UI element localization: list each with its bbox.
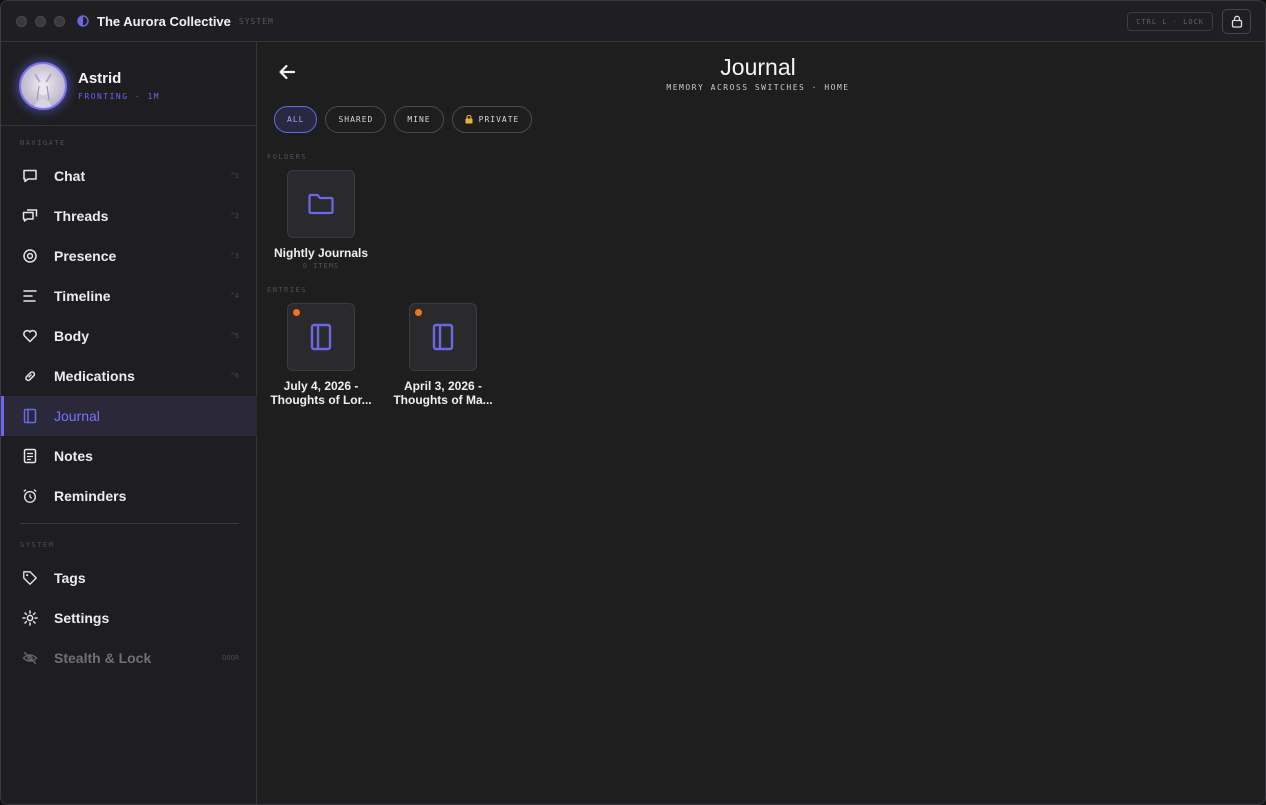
nav-label: Chat	[54, 168, 86, 184]
nav-label: Stealth & Lock	[54, 650, 152, 666]
sidebar-divider	[20, 523, 239, 524]
fronting-status: FRONTING · 1M	[78, 92, 161, 101]
unread-dot	[415, 309, 422, 316]
folder-name: Nightly Journals	[273, 246, 368, 260]
entry-thumbnail	[409, 303, 477, 371]
entry-tile[interactable]: April 3, 2026 - Thoughts of Ma...	[388, 303, 498, 407]
app-subtitle: SYSTEM	[238, 16, 274, 26]
minimize-window-button[interactable]	[35, 15, 46, 27]
filter-all[interactable]: ALL	[274, 106, 318, 133]
app-title: The Aurora Collective	[97, 13, 231, 29]
lock-icon	[1231, 15, 1242, 28]
nav-item-stealth-lock[interactable]: Stealth & Lock DOOR	[1, 638, 257, 678]
shortcut-hint: ^1	[230, 172, 239, 180]
nav-label: Body	[54, 328, 89, 344]
lock-shortcut-hint: CTRL L · LOCK	[1127, 12, 1213, 31]
nav-label: Reminders	[54, 488, 127, 504]
navigate-section-label: NAVIGATE	[20, 139, 66, 147]
app-logo-icon	[77, 15, 89, 27]
journal-icon	[310, 323, 332, 351]
app-window: The Aurora Collective SYSTEM CTRL L · LO…	[0, 0, 1266, 805]
entry-title-line: Thoughts of Ma...	[393, 393, 493, 407]
chip-label: PRIVATE	[478, 115, 520, 124]
pill-icon	[22, 368, 38, 384]
chip-label: MINE	[407, 115, 431, 124]
shortcut-hint: DOOR	[222, 654, 239, 662]
filter-private[interactable]: PRIVATE	[451, 106, 533, 133]
title-bar: The Aurora Collective SYSTEM CTRL L · LO…	[1, 1, 1265, 42]
journal-icon	[22, 408, 38, 424]
threads-icon	[22, 208, 38, 224]
profile-card[interactable]: Astrid FRONTING · 1M	[1, 42, 256, 126]
nav-label: Tags	[54, 570, 86, 586]
entry-title-line: July 4, 2026 -	[283, 379, 359, 393]
presence-icon	[22, 248, 38, 264]
shortcut-hint: ^6	[230, 372, 239, 380]
filter-mine[interactable]: MINE	[394, 106, 444, 133]
folder-item-count: 0 ITEMS	[302, 262, 340, 270]
filter-shared[interactable]: SHARED	[325, 106, 387, 133]
chip-label: SHARED	[338, 115, 374, 124]
window-controls	[16, 15, 65, 27]
nav-item-body[interactable]: Body ^5	[1, 316, 257, 356]
avatar-figure-icon	[33, 73, 53, 108]
entry-title-line: April 3, 2026 -	[403, 379, 483, 393]
eye-off-icon	[22, 650, 38, 666]
timeline-icon	[22, 288, 38, 304]
maximize-window-button[interactable]	[54, 15, 65, 27]
nav-item-medications[interactable]: Medications ^6	[1, 356, 257, 396]
nav-item-tags[interactable]: Tags	[1, 558, 257, 598]
nav-item-notes[interactable]: Notes	[1, 436, 257, 476]
journal-icon	[432, 323, 454, 351]
nav-item-threads[interactable]: Threads ^2	[1, 196, 257, 236]
chat-icon	[22, 168, 38, 184]
shortcut-hint: ^5	[230, 332, 239, 340]
lock-button[interactable]	[1222, 9, 1251, 34]
filter-chips: ALL SHARED MINE PRIVATE	[274, 106, 533, 133]
profile-name: Astrid	[78, 70, 122, 87]
nav-item-journal[interactable]: Journal	[1, 396, 257, 436]
nav-label: Threads	[54, 208, 109, 224]
shortcut-hint: ^3	[230, 252, 239, 260]
nav-label: Presence	[54, 248, 117, 264]
nav-item-timeline[interactable]: Timeline ^4	[1, 276, 257, 316]
heart-icon	[22, 328, 38, 344]
entry-title: July 4, 2026 - Thoughts of Lor...	[266, 379, 376, 407]
nav-item-settings[interactable]: Settings	[1, 598, 257, 638]
folder-tile[interactable]: Nightly Journals 0 ITEMS	[266, 170, 376, 270]
lock-icon	[465, 115, 473, 124]
folders-section-label: FOLDERS	[267, 153, 308, 161]
page-title: Journal	[720, 54, 796, 80]
shortcut-hint: ^4	[230, 292, 239, 300]
nav-label: Timeline	[54, 288, 111, 304]
entries-section-label: ENTRIES	[267, 286, 308, 294]
sidebar: Astrid FRONTING · 1M NAVIGATE Chat ^1 Th…	[1, 42, 257, 804]
entry-title: April 3, 2026 - Thoughts of Ma...	[388, 379, 498, 407]
unread-dot	[293, 309, 300, 316]
folder-thumbnail	[287, 170, 355, 238]
nav-label: Medications	[54, 368, 135, 384]
entry-thumbnail	[287, 303, 355, 371]
chip-label: ALL	[287, 115, 305, 124]
close-window-button[interactable]	[16, 15, 27, 27]
nav-item-chat[interactable]: Chat ^1	[1, 156, 257, 196]
nav-label: Settings	[54, 610, 110, 626]
entry-title-line: Thoughts of Lor...	[270, 393, 372, 407]
main-content: Journal MEMORY ACROSS SWITCHES · HOME AL…	[258, 42, 1265, 804]
nav-label: Journal	[54, 408, 100, 424]
notes-icon	[22, 448, 38, 464]
nav-item-reminders[interactable]: Reminders	[1, 476, 257, 516]
entry-tile[interactable]: July 4, 2026 - Thoughts of Lor...	[266, 303, 376, 407]
system-section-label: SYSTEM	[20, 541, 55, 549]
gear-icon	[22, 610, 38, 626]
page-subtitle: MEMORY ACROSS SWITCHES · HOME	[666, 83, 850, 92]
folder-icon	[308, 193, 334, 215]
shortcut-hint: ^2	[230, 212, 239, 220]
nav-item-presence[interactable]: Presence ^3	[1, 236, 257, 276]
tag-icon	[22, 570, 38, 586]
avatar[interactable]	[19, 62, 67, 110]
alarm-icon	[22, 488, 38, 504]
nav-label: Notes	[54, 448, 93, 464]
